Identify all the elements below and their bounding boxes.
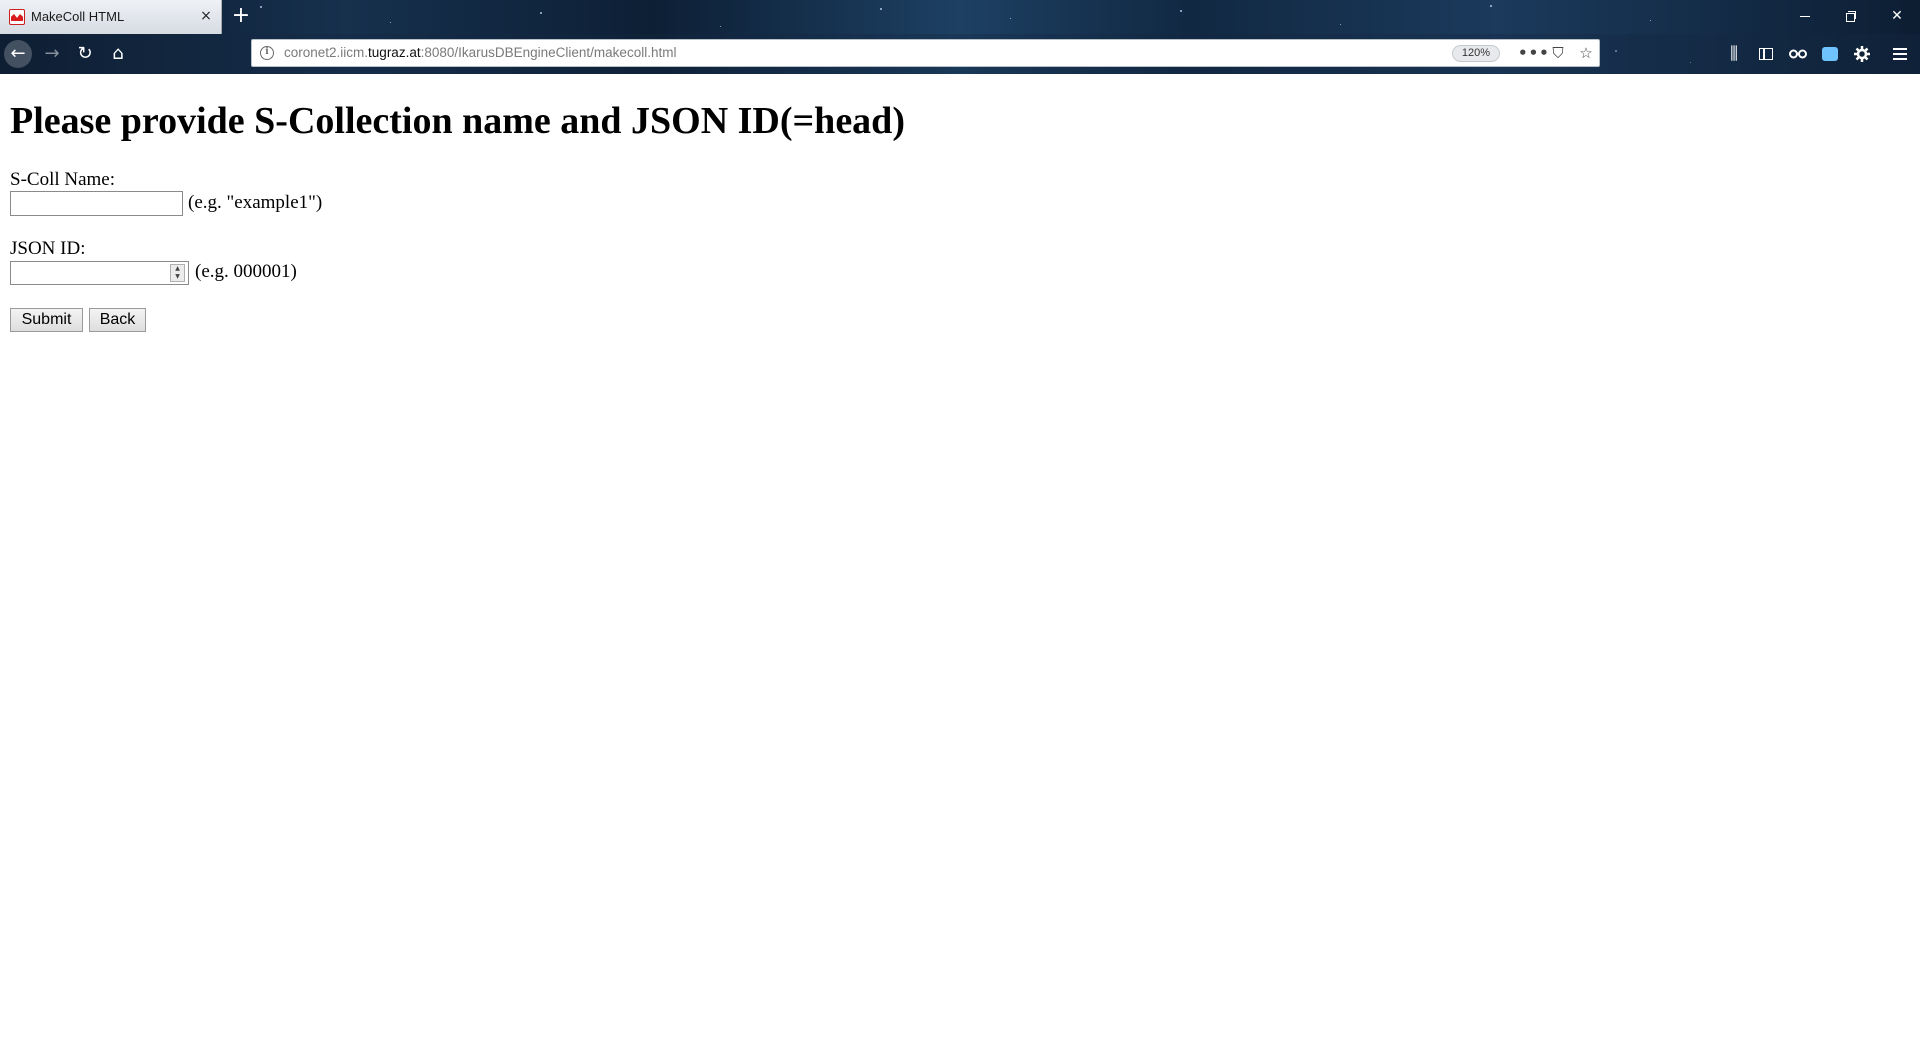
tab-bar: MakeColl HTML × + ✕	[0, 0, 1920, 34]
scoll-name-input[interactable]	[10, 191, 183, 216]
site-info-icon[interactable]: i	[260, 46, 274, 60]
url-prefix: coronet2.iicm.	[284, 45, 369, 60]
json-id-field[interactable]: ▲ ▼	[10, 261, 189, 285]
back-arrow-icon[interactable]: ←	[4, 40, 32, 68]
page-content: Please provide S-Collection name and JSO…	[0, 74, 1920, 1040]
new-tab-icon[interactable]: +	[230, 5, 252, 27]
page-title: Please provide S-Collection name and JSO…	[10, 100, 905, 142]
spin-down-icon[interactable]: ▼	[171, 273, 184, 281]
hamburger-menu-icon[interactable]	[1886, 40, 1914, 68]
submit-button[interactable]: Submit	[10, 308, 83, 332]
url-suffix: :8080/IkarusDBEngineClient/makecoll.html	[420, 45, 677, 60]
favicon-icon	[9, 9, 25, 25]
close-window-icon[interactable]: ✕	[1874, 0, 1920, 32]
minimize-window-icon[interactable]	[1782, 0, 1828, 32]
forward-arrow-icon[interactable]: →	[38, 40, 66, 68]
tab-makecoll[interactable]: MakeColl HTML ×	[0, 0, 222, 34]
json-id-spinner[interactable]: ▲ ▼	[170, 264, 185, 282]
gear-icon[interactable]	[1848, 40, 1876, 68]
gear-svg	[1854, 46, 1870, 62]
menu-shape	[1893, 48, 1907, 60]
glasses-svg	[1789, 49, 1807, 59]
reload-icon[interactable]: ↻	[71, 40, 99, 68]
url-host: tugraz.at	[368, 45, 421, 60]
json-id-label: JSON ID:	[10, 238, 86, 259]
tab-close-icon[interactable]: ×	[198, 8, 214, 24]
json-id-input[interactable]	[11, 262, 167, 284]
url-text[interactable]: coronet2.iicm.tugraz.at:8080/IkarusDBEng…	[284, 45, 676, 60]
home-icon[interactable]: ⌂	[104, 40, 132, 68]
back-button[interactable]: Back	[89, 308, 146, 332]
zoom-level-badge[interactable]: 120%	[1452, 45, 1500, 62]
cloud-shape	[1822, 47, 1838, 61]
navigation-toolbar: ← → ↻ ⌂ i coronet2.iicm.tugraz.at:8080/I…	[0, 34, 1920, 74]
restore-window-icon[interactable]	[1828, 0, 1874, 32]
page-actions-more-icon[interactable]: •••	[1518, 43, 1549, 63]
sidebar-shape	[1759, 48, 1773, 60]
scoll-name-label: S-Coll Name:	[10, 169, 116, 190]
address-bar[interactable]: i coronet2.iicm.tugraz.at:8080/IkarusDBE…	[251, 39, 1600, 67]
bookmark-star-icon[interactable]: ☆	[1575, 43, 1597, 63]
cloud-sync-icon[interactable]	[1816, 40, 1844, 68]
pocket-icon[interactable]: ⛉	[1547, 43, 1569, 63]
json-id-hint: (e.g. 000001)	[195, 261, 297, 282]
browser-chrome: MakeColl HTML × + ✕ ← → ↻ ⌂ i coronet2.i…	[0, 0, 1920, 74]
scoll-name-hint: (e.g. "example1")	[188, 192, 323, 213]
tab-title: MakeColl HTML	[31, 9, 125, 24]
spin-up-icon[interactable]: ▲	[171, 265, 184, 273]
sidebar-toggle-icon[interactable]	[1752, 40, 1780, 68]
library-icon[interactable]: ⫼	[1720, 40, 1748, 68]
extension-glasses-icon[interactable]	[1784, 40, 1812, 68]
